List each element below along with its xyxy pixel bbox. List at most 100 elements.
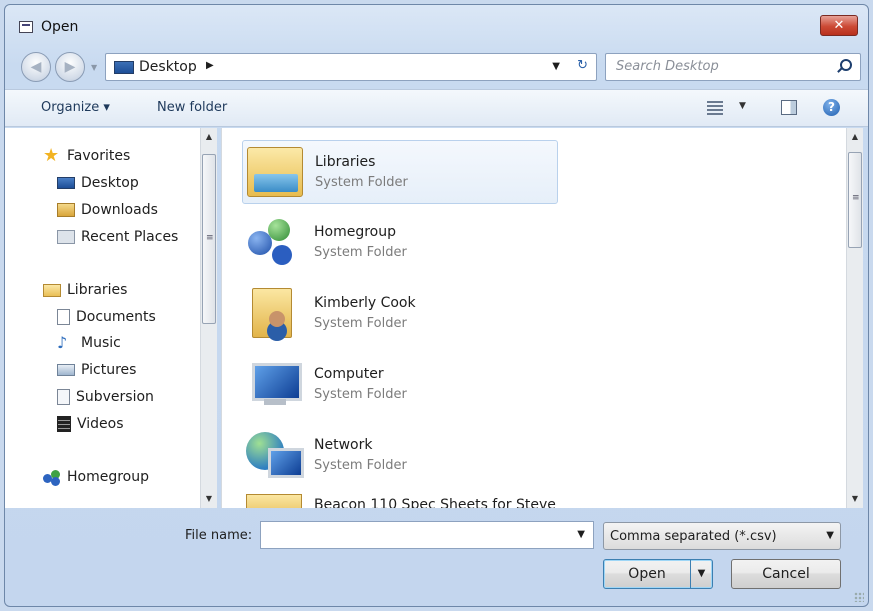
item-name: Homegroup — [314, 224, 397, 240]
list-item[interactable]: Libraries System Folder — [242, 140, 558, 204]
subversion-library-icon — [57, 389, 70, 405]
nav-item-desktop[interactable]: Desktop — [57, 172, 139, 194]
address-dropdown-icon[interactable]: ▼ — [552, 61, 560, 72]
item-type: System Folder — [314, 458, 407, 473]
desktop-icon — [114, 61, 134, 74]
recent-pages-dropdown-icon[interactable]: ▼ — [91, 63, 97, 72]
network-icon — [246, 430, 304, 480]
help-icon[interactable]: ? — [823, 99, 840, 116]
folder-icon — [246, 494, 302, 508]
file-name-dropdown-icon[interactable]: ▼ — [577, 529, 585, 540]
title-bar[interactable]: Open ✕ — [5, 5, 868, 45]
nav-item-videos[interactable]: Videos — [57, 413, 124, 435]
nav-item-subversion[interactable]: Subversion — [57, 386, 154, 408]
nav-item-documents[interactable]: Documents — [57, 306, 156, 328]
desktop-icon — [57, 177, 75, 189]
nav-item-recent-places[interactable]: Recent Places — [57, 226, 178, 248]
list-item[interactable]: Computer System Folder — [242, 353, 558, 417]
preview-pane-icon[interactable] — [781, 100, 797, 115]
item-type: System Folder — [314, 245, 407, 260]
search-placeholder: Search Desktop — [616, 59, 719, 74]
nav-item-label: Downloads — [81, 202, 158, 218]
navigation-pane: ★ Favorites Desktop Downloads Recent Pla… — [5, 128, 217, 508]
music-note-icon: ♪ — [57, 333, 68, 352]
dialog-icon — [19, 21, 33, 33]
nav-item-label: Subversion — [76, 389, 154, 405]
nav-libraries-label: Libraries — [67, 282, 128, 298]
navigation-row: ◀ ▶ ▼ Desktop ▶ ▼ ↻ Search Desktop — [5, 49, 868, 85]
dialog-title: Open — [41, 19, 79, 35]
item-name: Network — [314, 437, 373, 453]
nav-favorites-label: Favorites — [67, 148, 131, 164]
item-type: System Folder — [314, 387, 407, 402]
scroll-up-arrow-icon[interactable]: ▲ — [847, 132, 863, 141]
list-item[interactable]: Homegroup System Folder — [242, 211, 558, 275]
open-button[interactable]: Open ▼ — [603, 559, 713, 589]
nav-item-label: Desktop — [81, 175, 139, 191]
nav-homegroup[interactable]: Homegroup — [43, 466, 149, 488]
breadcrumb-arrow-icon[interactable]: ▶ — [206, 60, 214, 71]
nav-item-music[interactable]: ♪ Music — [57, 332, 121, 354]
nav-favorites[interactable]: ★ Favorites — [43, 145, 130, 167]
item-type: System Folder — [315, 175, 408, 190]
new-folder-button[interactable]: New folder — [157, 100, 227, 115]
pictures-icon — [57, 364, 75, 376]
file-type-select[interactable]: Comma separated (*.csv) ▼ — [603, 522, 841, 550]
nav-item-label: Pictures — [81, 362, 137, 378]
homegroup-icon — [43, 469, 61, 486]
star-icon: ★ — [43, 145, 60, 166]
search-icon[interactable] — [840, 59, 852, 71]
video-film-icon — [57, 416, 71, 432]
close-button[interactable]: ✕ — [820, 15, 858, 36]
item-name: Computer — [314, 366, 384, 382]
libraries-folder-icon — [247, 147, 303, 197]
scroll-down-arrow-icon[interactable]: ▼ — [847, 494, 863, 503]
nav-item-label: Recent Places — [81, 229, 179, 245]
homegroup-icon — [246, 217, 302, 267]
file-list-scroll-thumb[interactable]: ≡ — [848, 152, 862, 248]
file-list-scrollbar[interactable]: ▲ ≡ ▼ — [846, 128, 863, 508]
list-item[interactable]: Network System Folder — [242, 424, 558, 488]
item-name: Libraries — [315, 154, 376, 170]
back-arrow-icon: ◀ — [30, 59, 42, 75]
file-list: Libraries System Folder Homegroup System… — [221, 128, 863, 508]
nav-item-pictures[interactable]: Pictures — [57, 359, 136, 381]
resize-grip-icon[interactable] — [854, 592, 864, 602]
libraries-icon — [43, 283, 61, 297]
file-name-input[interactable]: ▼ — [260, 521, 594, 549]
forward-button[interactable]: ▶ — [55, 52, 85, 82]
file-type-dropdown-icon[interactable]: ▼ — [826, 530, 834, 541]
nav-item-label: Videos — [77, 416, 124, 432]
document-icon — [57, 309, 70, 325]
nav-item-label: Documents — [76, 309, 156, 325]
computer-icon — [246, 359, 302, 409]
open-options-dropdown-icon[interactable]: ▼ — [690, 560, 712, 588]
cancel-button[interactable]: Cancel — [731, 559, 841, 589]
forward-arrow-icon: ▶ — [64, 59, 76, 75]
downloads-icon — [57, 203, 75, 217]
list-item[interactable]: Beacon 110 Spec Sheets for Steve B — [242, 484, 558, 508]
organize-menu[interactable]: Organize ▾ — [41, 100, 110, 115]
change-view-icon[interactable] — [707, 101, 723, 115]
nav-item-label: Music — [81, 335, 121, 351]
open-button-label: Open — [628, 566, 666, 582]
nav-scrollbar[interactable]: ▲ ≡ ▼ — [200, 128, 217, 508]
search-input[interactable]: Search Desktop — [605, 53, 861, 81]
address-location[interactable]: Desktop — [139, 59, 197, 75]
nav-scroll-thumb[interactable]: ≡ — [202, 154, 216, 324]
scroll-up-arrow-icon[interactable]: ▲ — [201, 132, 217, 141]
view-options-dropdown-icon[interactable]: ▼ — [739, 101, 746, 111]
file-type-selected: Comma separated (*.csv) — [610, 529, 777, 544]
nav-item-downloads[interactable]: Downloads — [57, 199, 158, 221]
open-dialog: Open ✕ ◀ ▶ ▼ Desktop ▶ ▼ ↻ Search Deskto… — [4, 4, 869, 607]
back-button[interactable]: ◀ — [21, 52, 51, 82]
command-toolbar: Organize ▾ New folder ▼ ? — [5, 89, 868, 127]
scroll-down-arrow-icon[interactable]: ▼ — [201, 494, 217, 503]
address-bar[interactable]: Desktop ▶ ▼ ↻ — [105, 53, 597, 81]
list-item[interactable]: Kimberly Cook System Folder — [242, 282, 558, 346]
file-name-label: File name: — [185, 528, 253, 543]
refresh-icon[interactable]: ↻ — [577, 58, 588, 73]
nav-libraries[interactable]: Libraries — [43, 279, 127, 301]
item-type: System Folder — [314, 316, 407, 331]
item-name: Kimberly Cook — [314, 295, 416, 311]
